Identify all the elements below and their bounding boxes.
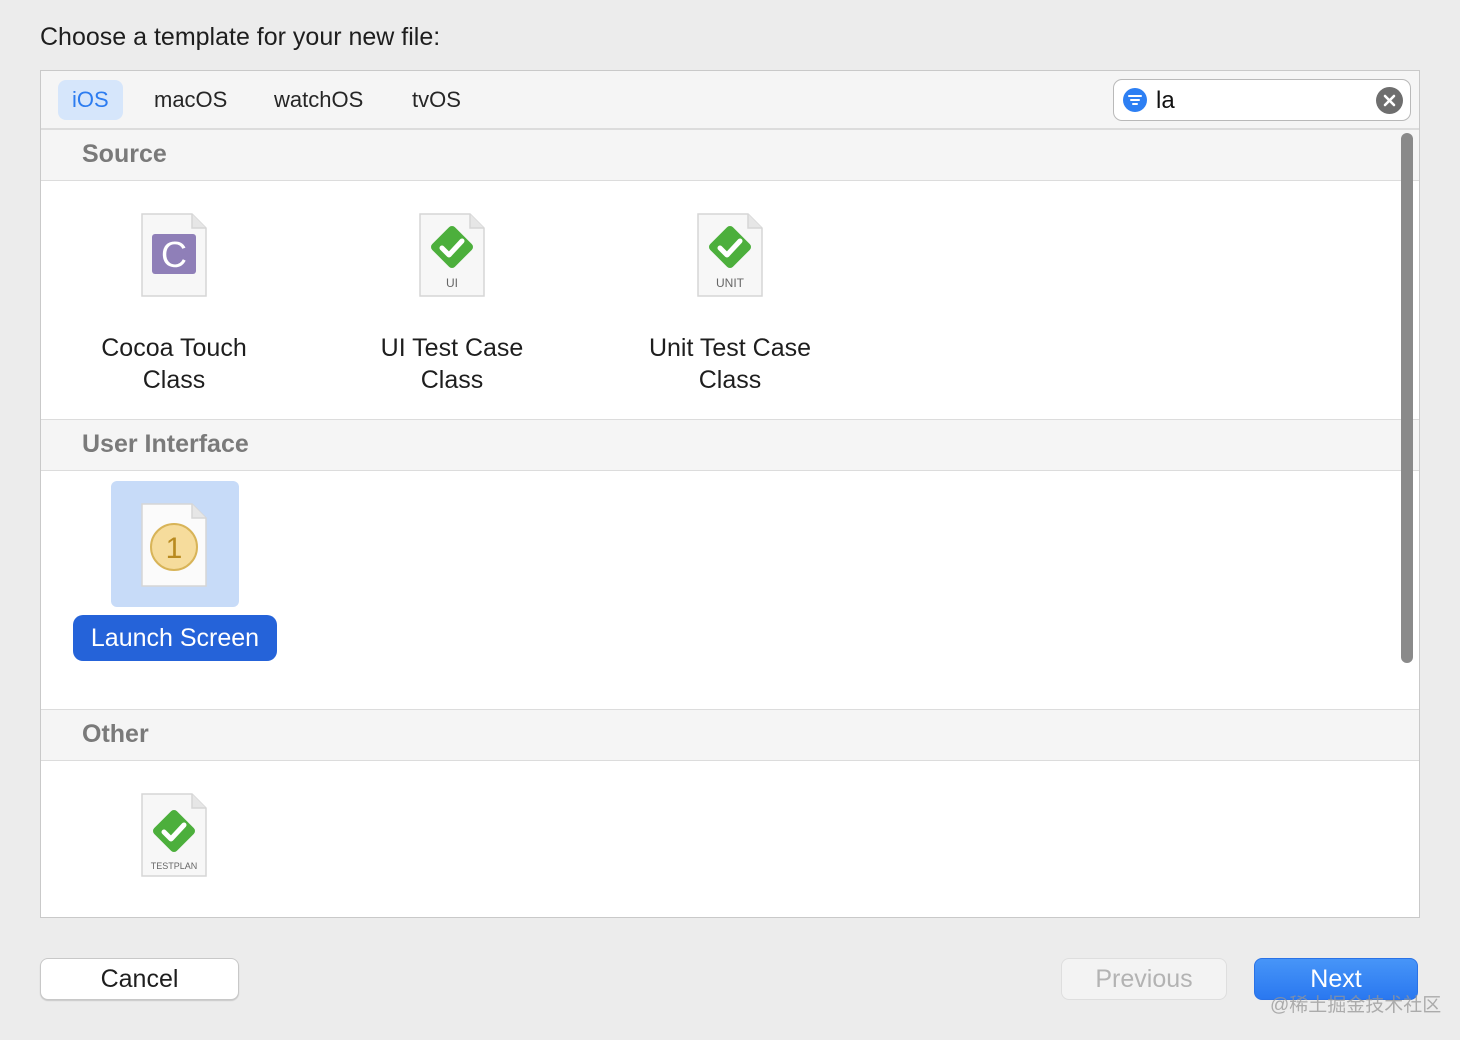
section-title: User Interface [82,430,249,458]
platform-tab-bar: iOS macOS watchOS tvOS [41,71,1419,129]
cancel-button[interactable]: Cancel [40,958,239,1000]
launch-screen-icon: 1 [141,503,207,587]
ui-test-case-class-icon: UI [419,213,485,297]
template-label: UI Test Case Class [380,334,524,394]
tab-macos[interactable]: macOS [140,80,241,120]
cocoa-touch-class-icon: C [141,213,207,297]
tab-ios[interactable]: iOS [58,80,123,120]
class-badge: C [161,234,187,275]
template-ui-test-case-class[interactable]: UI UI Test Case Class [342,212,562,412]
template-cocoa-touch-class[interactable]: C Cocoa Touch Class [64,212,284,412]
template-unit-test-case-class[interactable]: UNIT Unit Test Case Class [620,212,840,412]
ui-badge: UI [446,276,458,290]
section-header-user-interface: User Interface [41,419,1419,471]
template-label: Unit Test Case Class [648,334,812,394]
template-launch-screen[interactable]: 1 Launch Screen [71,481,291,673]
template-chooser: iOS macOS watchOS tvOS la Source C Cocoa… [40,70,1420,918]
selected-template-label: Launch Screen [73,615,277,661]
template-search-field[interactable] [1113,79,1411,121]
section-header-source: Source [41,129,1419,181]
search-input[interactable] [1154,84,1373,118]
section-title: Other [82,720,149,748]
launch-badge: 1 [166,532,183,565]
template-label: Cocoa Touch Class [101,334,247,394]
unit-test-case-class-icon: UNIT [697,213,763,297]
vertical-scrollbar[interactable] [1401,133,1413,663]
dialog-prompt: Choose a template for your new file: [40,23,441,51]
section-header-other: Other [41,709,1419,761]
section-title: Source [82,140,167,168]
clear-search-icon[interactable] [1376,87,1403,114]
template-test-plan[interactable]: TESTPLAN [64,792,284,892]
previous-button[interactable]: Previous [1061,958,1227,1000]
watermark: @稀土掘金技术社区 [1270,995,1442,1016]
new-file-dialog: Choose a template for your new file: iOS… [0,0,1460,1040]
test-plan-icon: TESTPLAN [141,793,207,877]
tab-tvos[interactable]: tvOS [398,80,475,120]
testplan-badge: TESTPLAN [151,861,198,871]
filter-icon[interactable] [1123,88,1147,112]
unit-badge: UNIT [716,276,745,290]
tab-watchos[interactable]: watchOS [260,80,377,120]
